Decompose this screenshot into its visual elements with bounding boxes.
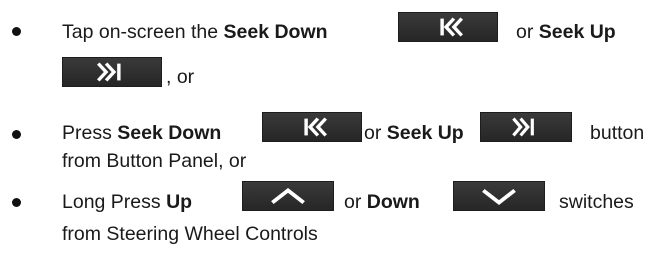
item-2-prefix: Press — [62, 122, 118, 144]
item-3-line-2: from Steering Wheel Controls — [62, 222, 318, 246]
item-3-or: or — [344, 191, 367, 213]
item-1-seek-down-label: Seek Down — [223, 21, 328, 43]
item-2-seek-down-label: Seek Down — [117, 122, 222, 144]
item-3-up-label: Up — [166, 191, 193, 213]
seek-up-icon — [480, 112, 572, 142]
item-1-seek-up-label: Seek Up — [538, 21, 616, 43]
item-2-button-word: button — [590, 122, 645, 144]
item-3-line-1-right: switches — [559, 190, 634, 214]
item-2-mid: or Seek Up — [364, 121, 464, 145]
down-arrow-icon — [453, 181, 545, 211]
seek-up-icon — [62, 57, 162, 87]
item-1-line-2: , or — [166, 65, 194, 89]
item-2-line-1: Press Seek Down — [62, 121, 221, 145]
item-2-line-2: from Button Panel, or — [62, 149, 246, 173]
item-2-or: or — [364, 122, 387, 144]
bullet-1 — [12, 27, 21, 36]
item-2-line-1-right: button — [590, 121, 644, 145]
item-3-prefix: Long Press — [62, 191, 167, 213]
item-3-down-label: Down — [366, 191, 420, 213]
bullet-3 — [12, 198, 21, 207]
item-1-or: or — [516, 21, 539, 43]
item-3-mid: or Down — [344, 190, 420, 214]
item-1-line-1: Tap on-screen the Seek Down — [62, 20, 328, 44]
item-3-switches-word: switches — [559, 191, 634, 213]
item-3-line-2-text: from Steering Wheel Controls — [62, 223, 318, 245]
item-1-prefix: Tap on-screen the — [62, 21, 224, 43]
up-arrow-icon — [242, 181, 334, 211]
item-2-line-2-text: from Button Panel, or — [62, 150, 247, 172]
item-1-line-1-right: or Seek Up — [516, 20, 616, 44]
item-1-suffix: , or — [166, 66, 195, 88]
seek-down-icon — [398, 12, 498, 42]
bullet-2 — [12, 130, 21, 139]
item-3-line-1: Long Press Up — [62, 190, 192, 214]
item-2-seek-up-label: Seek Up — [386, 122, 464, 144]
seek-down-icon — [262, 112, 362, 142]
